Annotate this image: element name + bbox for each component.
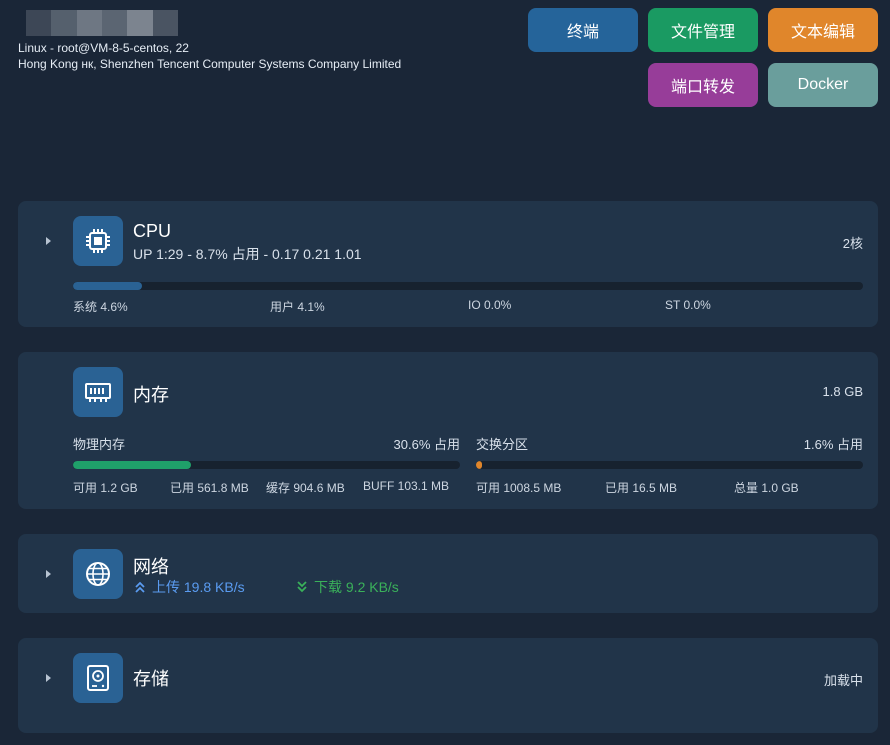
network-card: 网络 上传 19.8 KB/s 下载 9.2 KB/s	[18, 534, 878, 613]
cpu-subtitle: UP 1:29 - 8.7% 占用 - 0.17 0.21 1.01	[133, 246, 362, 262]
cpu-stat-st: ST 0.0%	[665, 298, 711, 312]
host-line: Linux - root@VM-8-5-centos, 22	[18, 41, 189, 55]
cpu-expand-caret[interactable]	[46, 237, 51, 245]
storage-status: 加载中	[823, 673, 863, 688]
cpu-usage-fill	[73, 282, 142, 290]
memory-title: 内存	[133, 385, 169, 405]
host-info: Linux - root@VM-8-5-centos, 22 Hong Kong…	[18, 40, 401, 72]
ram-icon	[73, 367, 123, 417]
memory-card: 内存 1.8 GB 物理内存 30.6% 占用 可用 1.2 GB 已用 561…	[18, 352, 878, 509]
swap-fill	[476, 461, 483, 469]
storage-title: 存储	[133, 669, 169, 689]
storage-expand-caret[interactable]	[46, 674, 51, 682]
network-download: 下载 9.2 KB/s	[296, 577, 399, 597]
storage-card: 存储 加载中	[18, 638, 878, 733]
port-forward-button[interactable]: 端口转发	[648, 63, 758, 107]
physical-memory-label: 物理内存	[73, 437, 126, 452]
hostname-redacted	[26, 10, 178, 36]
mem-available: 可用 1.2 GB	[73, 481, 138, 495]
chip-icon	[73, 216, 123, 266]
globe-icon	[73, 549, 123, 599]
cpu-title: CPU	[133, 221, 172, 241]
network-upload: 上传 19.8 KB/s	[134, 577, 245, 597]
memory-total: 1.8 GB	[822, 384, 863, 399]
network-title: 网络	[133, 557, 169, 577]
text-editor-button[interactable]: 文本编辑	[768, 8, 878, 52]
swap-used: 已用 16.5 MB	[605, 481, 678, 495]
file-manager-button[interactable]: 文件管理	[648, 8, 758, 52]
physical-memory-fill	[73, 461, 192, 469]
location-line: Hong Kong нк, Shenzhen Tencent Computer …	[18, 57, 402, 71]
cpu-card: CPU UP 1:29 - 8.7% 占用 - 0.17 0.21 1.01 2…	[18, 201, 878, 327]
swap-total: 总量 1.0 GB	[734, 481, 799, 495]
cpu-stat-system: 系统 4.6%	[73, 300, 128, 314]
mem-buff: BUFF 103.1 MB	[363, 479, 450, 493]
docker-button[interactable]: Docker	[768, 63, 878, 107]
double-chevron-down-icon	[297, 581, 307, 593]
network-expand-caret[interactable]	[46, 570, 51, 578]
physical-memory-bar	[73, 461, 460, 469]
swap-label: 交换分区	[476, 437, 529, 452]
terminal-button[interactable]: 终端	[528, 8, 638, 52]
cpu-stat-io: IO 0.0%	[468, 298, 512, 312]
cpu-stat-user: 用户 4.1%	[270, 300, 325, 314]
swap-available: 可用 1008.5 MB	[476, 481, 562, 495]
upload-rate: 上传 19.8 KB/s	[152, 579, 245, 595]
mem-cache: 缓存 904.6 MB	[266, 481, 345, 495]
mem-used: 已用 561.8 MB	[170, 481, 249, 495]
swap-bar	[476, 461, 863, 469]
cpu-cores: 2核	[842, 236, 863, 251]
swap-usage: 1.6% 占用	[803, 437, 863, 452]
cpu-usage-bar	[73, 282, 863, 290]
download-rate: 下载 9.2 KB/s	[314, 579, 399, 595]
double-chevron-up-icon	[135, 581, 145, 593]
physical-memory-usage: 30.6% 占用	[393, 437, 460, 452]
disk-icon	[73, 653, 123, 703]
